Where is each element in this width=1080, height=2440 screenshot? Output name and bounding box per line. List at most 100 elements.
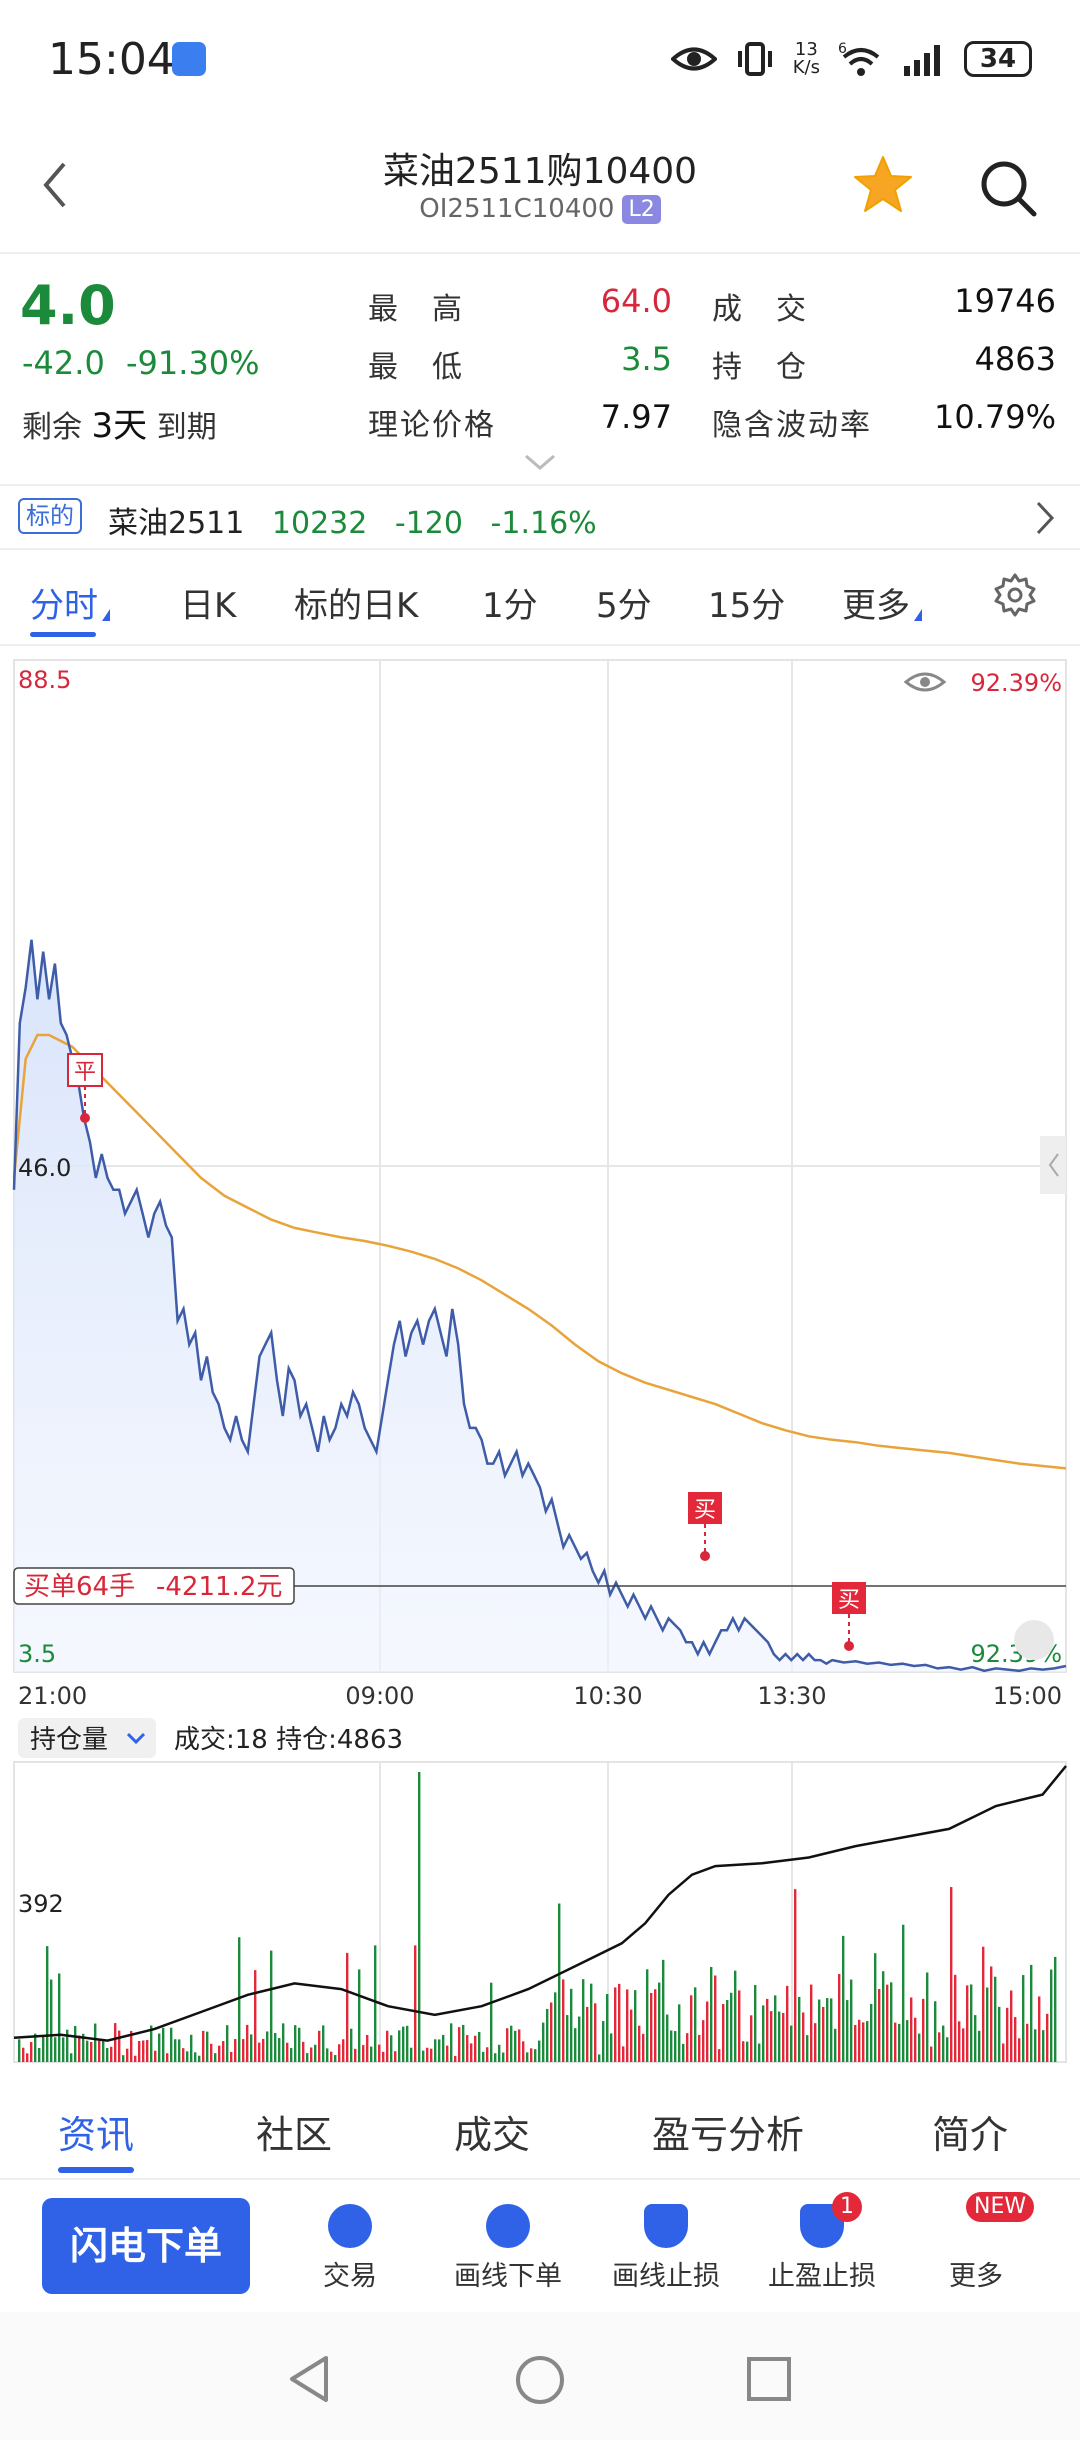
volume-bar: [578, 2016, 581, 2062]
volume-bar: [270, 1950, 273, 2062]
tab-intro[interactable]: 简介: [932, 2104, 1008, 2159]
volume-bar: [110, 2046, 113, 2062]
volume-bar: [570, 1988, 573, 2062]
tab-15min[interactable]: 15分: [708, 578, 785, 627]
svg-text:买: 买: [838, 1588, 860, 1613]
volume-bar: [590, 1983, 593, 2062]
volume-bar: [758, 2043, 761, 2062]
side-handle[interactable]: [1040, 1136, 1066, 1194]
iv-label: 隐含波动率: [712, 408, 872, 443]
underlying-row[interactable]: 标的 菜油2511 10232 -120 -1.16%: [0, 484, 1080, 550]
x-label: 09:00: [345, 1682, 414, 1710]
buy-marker[interactable]: 买: [688, 1492, 722, 1561]
volume-bar: [910, 1997, 913, 2062]
high-label: 最 高: [368, 292, 464, 327]
volume-bar: [846, 2000, 849, 2062]
tab-5min[interactable]: 5分: [596, 578, 652, 627]
system-home-icon[interactable]: [514, 2354, 566, 2406]
tab-1min[interactable]: 1分: [482, 578, 538, 627]
volume-bar: [318, 2030, 321, 2062]
volume-bar: [482, 2051, 485, 2062]
system-nav-bar: [0, 2312, 1080, 2440]
tab-more[interactable]: 更多: [842, 578, 922, 627]
volume-bar: [1010, 1990, 1013, 2062]
volume-bar: [538, 2040, 541, 2062]
volume-bar: [662, 1959, 665, 2062]
trade-button[interactable]: 交易: [280, 2204, 420, 2293]
volume-bar: [330, 2051, 333, 2062]
draw-line-order-button[interactable]: 画线下单: [438, 2204, 578, 2293]
tab-news[interactable]: 资讯: [58, 2104, 135, 2173]
more-button[interactable]: 更多 NEW: [906, 2192, 1046, 2293]
volume-bar: [438, 2039, 441, 2062]
battery-indicator: 34: [964, 41, 1032, 77]
last-price: 4.0: [20, 274, 116, 337]
intraday-chart[interactable]: 买单64手 -4211.2元 平 买 买 88.5 46.0 3.5 92.39…: [0, 650, 1080, 2070]
volume-bar: [186, 2051, 189, 2062]
volume-bar: [314, 2044, 317, 2062]
volume-bar: [98, 2039, 101, 2062]
volume-bar: [778, 2011, 781, 2062]
volume-bar: [942, 2025, 945, 2062]
settings-gear-icon[interactable]: [992, 572, 1038, 618]
take-profit-stop-loss-button[interactable]: 止盈止损 1: [752, 2192, 892, 2293]
system-recents-icon[interactable]: [746, 2356, 792, 2402]
draw-line-stop-button[interactable]: 画线止损: [596, 2204, 736, 2293]
expand-chevron-icon[interactable]: [524, 454, 556, 472]
volume-bar: [938, 2032, 941, 2062]
volume-bar: [218, 2045, 221, 2062]
volume-bar: [94, 2023, 97, 2062]
volume-bar: [534, 2049, 537, 2062]
volume-bar: [382, 2051, 385, 2062]
volume-bar: [934, 2001, 937, 2062]
tab-trades[interactable]: 成交: [454, 2104, 530, 2159]
volume-bar: [702, 2020, 705, 2062]
app-notification-icon: [172, 42, 206, 76]
volume-bar: [478, 2031, 481, 2062]
volume-bar: [86, 2040, 89, 2062]
iv-high-label: 92.39%: [970, 669, 1062, 697]
tab-intraday[interactable]: 分时: [30, 578, 110, 637]
volume-bar: [774, 1995, 777, 2062]
volume-bar: [626, 1989, 629, 2062]
volume-bar: [78, 2035, 81, 2062]
volume-bar: [898, 2023, 901, 2062]
indicator-selector-label: 持仓量: [30, 1725, 108, 1755]
volume-bar: [698, 2034, 701, 2062]
chevron-right-icon[interactable]: [1034, 500, 1056, 536]
low-label: 最 低: [368, 350, 464, 385]
volume-bar: [790, 2025, 793, 2062]
volume-bar: [118, 2030, 121, 2062]
volume-bar: [390, 2035, 393, 2062]
system-back-icon[interactable]: [286, 2354, 332, 2404]
tab-community[interactable]: 社区: [256, 2104, 332, 2159]
volume-bar: [854, 2024, 857, 2062]
flash-order-button[interactable]: 闪电下单: [42, 2198, 250, 2294]
search-icon[interactable]: [978, 158, 1038, 218]
volume-bar: [298, 2027, 301, 2062]
volume-bar: [458, 2027, 461, 2062]
volume-bar: [302, 2041, 305, 2062]
tab-underlying-daily-k[interactable]: 标的日K: [294, 578, 418, 627]
oi-label: 持 仓: [712, 350, 808, 385]
eye-toggle-icon[interactable]: [903, 672, 947, 692]
volume-bar: [1034, 2029, 1037, 2062]
volume-chart-frame: [13, 1761, 1067, 2063]
tab-daily-k[interactable]: 日K: [180, 578, 236, 627]
signal-icon: [904, 45, 940, 76]
volume-bar: [146, 2040, 149, 2062]
tab-pnl-analysis[interactable]: 盈亏分析: [652, 2104, 804, 2159]
volume-bar: [874, 1953, 877, 2062]
volume-bar: [202, 2030, 205, 2062]
svg-text:买单64手: 买单64手: [24, 1572, 135, 1602]
draw-order-icon: [486, 2204, 530, 2248]
star-icon[interactable]: [852, 154, 914, 214]
volume-bar: [826, 1998, 829, 2062]
volume-bar: [142, 2040, 145, 2062]
volume-bar: [50, 1979, 53, 2062]
volume-bar: [434, 2039, 437, 2062]
buy-marker[interactable]: 买: [832, 1582, 866, 1651]
reset-icon[interactable]: [1014, 1620, 1054, 1660]
volume-bar: [338, 2044, 341, 2062]
order-tag[interactable]: 买单64手 -4211.2元: [13, 1567, 295, 1605]
